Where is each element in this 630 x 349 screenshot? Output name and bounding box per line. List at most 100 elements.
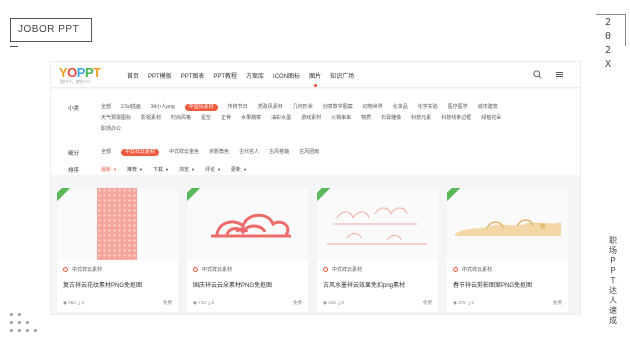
- sort-views[interactable]: 浏览 ▼: [179, 166, 195, 173]
- nav-solutions[interactable]: 方案库: [246, 71, 264, 80]
- card-title[interactable]: 国庆祥云云朵素材PNG免抠图: [193, 280, 272, 289]
- sub-chip[interactable]: 京剧角色: [209, 149, 229, 156]
- nav-ppt-charts[interactable]: PPT图表: [181, 71, 205, 80]
- vertical-caption: 职场PPT达人速成: [609, 236, 617, 325]
- category-chip[interactable]: 天气预报图标: [101, 115, 131, 122]
- category-chip[interactable]: 绿植花朵: [481, 115, 501, 122]
- card-stats: ◉ 713 ⤓ 0: [193, 300, 214, 306]
- nav-ppt-tutorials[interactable]: PPT教程: [213, 71, 237, 80]
- sub-chip[interactable]: 古风团扇: [299, 149, 319, 156]
- nav-home[interactable]: 首页: [127, 71, 139, 80]
- card-thumbnail[interactable]: [447, 188, 568, 260]
- sort-comments[interactable]: 评论 ▼: [205, 166, 221, 173]
- card-tag[interactable]: 中式祥云素材: [193, 266, 232, 273]
- sub-chip[interactable]: 中式祥云金色: [169, 149, 199, 156]
- category-chip[interactable]: 职场办公: [101, 126, 121, 133]
- card-thumbnail[interactable]: [317, 188, 438, 260]
- site-header: YOPPT 找PPT，就在YO 首页 PPT模板 PPT图表 PPT教程 方案库…: [51, 62, 580, 88]
- category-chip[interactable]: 时尚风格: [171, 115, 191, 122]
- logo-letter: P: [76, 65, 86, 80]
- category-chip[interactable]: 石膏雕像: [381, 115, 401, 122]
- pattern-image: [97, 188, 137, 260]
- download-icon: ⤓: [208, 300, 211, 305]
- card-stats: ◉ 416 ⤓ 0: [323, 300, 344, 306]
- price-label: 免费: [553, 300, 562, 305]
- card-tag[interactable]: 中式祥云素材: [453, 266, 492, 273]
- year-digit: 2: [604, 45, 616, 56]
- nav-ppt-templates[interactable]: PPT模板: [148, 71, 172, 80]
- sort-downloads[interactable]: 下载 ▼: [153, 166, 169, 173]
- chevron-down-icon: ▼: [242, 167, 247, 172]
- image-card[interactable]: 中式祥云素材 国庆祥云云朵素材PNG免抠图 ◉ 713 ⤓ 0 免费: [187, 188, 308, 312]
- badge-ribbon: [187, 188, 201, 202]
- category-chip[interactable]: 油彩水墨: [271, 115, 291, 122]
- view-count: 378: [458, 300, 466, 305]
- sort-updated[interactable]: 更新 ▼: [231, 166, 247, 173]
- filter-panel: 小类 全部 2.5d插画 3d小人png 中国风素材 传统节日 党政风素材 几何…: [51, 89, 580, 175]
- category-chip[interactable]: 化妆品: [393, 104, 408, 111]
- sort-label-text: 下载: [152, 167, 163, 173]
- category-chip[interactable]: 几何形状: [293, 104, 313, 111]
- chevron-down-icon: ▼: [113, 167, 117, 172]
- eye-icon: ◉: [63, 300, 67, 305]
- category-chip[interactable]: 物质: [361, 115, 371, 122]
- category-chip[interactable]: 2.5d插画: [121, 104, 141, 111]
- nav-images[interactable]: 图片: [309, 71, 321, 87]
- category-chip[interactable]: 科技元素: [411, 115, 431, 122]
- category-chip[interactable]: 化学实验: [418, 104, 438, 111]
- category-chip[interactable]: 创意数字图案: [323, 104, 353, 111]
- category-chip[interactable]: 科技线条边框: [441, 115, 471, 122]
- category-chip-active[interactable]: 中国风素材: [184, 104, 218, 111]
- nav-icons[interactable]: ICON图标: [273, 71, 300, 80]
- sub-chip[interactable]: 全部: [101, 149, 111, 156]
- view-count: 713: [198, 300, 206, 305]
- image-card[interactable]: 中式祥云素材 复古祥云花纹素材PNG免抠图 ◉ 264 ⤓ 0 免费: [57, 188, 178, 312]
- sub-chip-active[interactable]: 中式祥云素材: [121, 149, 160, 156]
- category-chip[interactable]: 影视素材: [141, 115, 161, 122]
- category-chip[interactable]: 医疗医学: [448, 104, 468, 111]
- category-label: 小类: [68, 106, 80, 112]
- chevron-down-icon: ▼: [216, 167, 221, 172]
- sort-newest[interactable]: 最新 ▼: [101, 166, 117, 173]
- category-chip[interactable]: 游戏素材: [301, 115, 321, 122]
- category-chip[interactable]: 正骨: [221, 115, 231, 122]
- sort-label-text: 最新: [101, 167, 112, 173]
- card-thumbnail[interactable]: [187, 188, 308, 260]
- card-thumbnail[interactable]: [57, 188, 178, 260]
- category-chip[interactable]: 城市建筑: [478, 104, 498, 111]
- menu-icon[interactable]: [556, 72, 563, 77]
- site-logo[interactable]: YOPPT: [59, 65, 101, 80]
- brand-box: JOBOR PPT: [10, 18, 92, 47]
- sub-chip[interactable]: 古代名人: [239, 149, 259, 156]
- card-title[interactable]: 复古祥云花纹素材PNG免抠图: [63, 280, 142, 289]
- sort-label-text: 浏览: [178, 167, 189, 173]
- logo-letter: T: [93, 65, 101, 80]
- card-title[interactable]: 古风水墨祥云效果免扣png素材: [323, 280, 405, 289]
- decorative-dots: [10, 313, 40, 343]
- download-count: 0: [471, 300, 475, 305]
- category-chip[interactable]: 党政风素材: [258, 104, 283, 111]
- category-chip[interactable]: 传统节日: [228, 104, 248, 111]
- category-chip[interactable]: 星空: [201, 115, 211, 122]
- category-chip[interactable]: 全部: [101, 104, 111, 111]
- sort-recommended[interactable]: 推荐 ▼: [127, 166, 143, 173]
- category-chip[interactable]: 水果蔬菜: [241, 115, 261, 122]
- card-tag[interactable]: 中式祥云素材: [323, 266, 362, 273]
- view-count: 416: [328, 300, 336, 305]
- gold-cloud-image: [455, 219, 561, 236]
- eye-icon: ◉: [453, 300, 457, 305]
- category-chip[interactable]: 3d小人png: [151, 104, 175, 111]
- category-chip[interactable]: 火锅串串: [331, 115, 351, 122]
- card-tag[interactable]: 中式祥云素材: [63, 266, 102, 273]
- image-card[interactable]: 中式祥云素材 春节祥云剪影图案PNG免抠图 ◉ 378 ⤓ 0 免费: [447, 188, 568, 312]
- search-icon[interactable]: [533, 70, 542, 79]
- presentation-slide: JOBOR PPT 2 0 2 X 职场PPT达人速成 YOPPT 找PPT，就…: [0, 0, 630, 349]
- card-title[interactable]: 春节祥云剪影图案PNG免抠图: [453, 280, 532, 289]
- image-card[interactable]: 中式祥云素材 古风水墨祥云效果免扣png素材 ◉ 416 ⤓ 0 免费: [317, 188, 438, 312]
- nav-knowledge[interactable]: 知识广场: [330, 71, 354, 80]
- category-chip[interactable]: 动物世界: [363, 104, 383, 111]
- card-stats: ◉ 264 ⤓ 0: [63, 300, 84, 306]
- sort-label-text: 评论: [204, 167, 215, 173]
- price-label: 免费: [423, 300, 432, 305]
- sub-chip[interactable]: 古风卷轴: [269, 149, 289, 156]
